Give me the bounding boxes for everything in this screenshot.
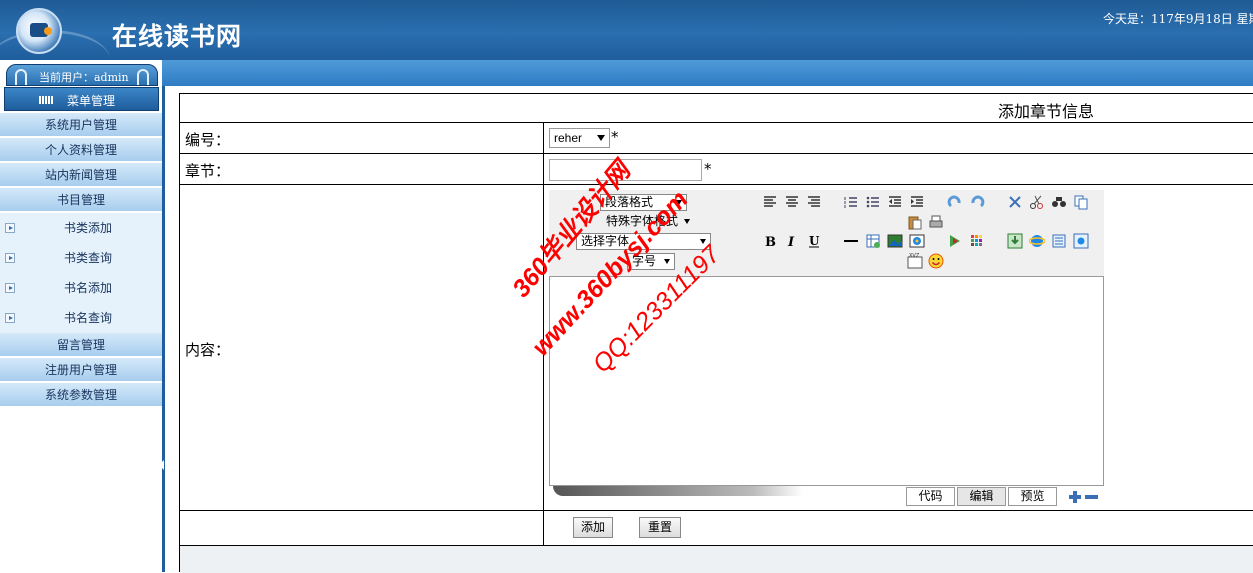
menu-header[interactable]: 菜单管理 <box>4 87 159 111</box>
actions-label-cell <box>180 511 544 545</box>
sidebar-subitem-category-query[interactable]: 书类查询 <box>0 243 162 273</box>
sidebar-item-books[interactable]: 书目管理 <box>0 188 162 212</box>
logo-dot-icon <box>44 27 52 35</box>
delete-icon[interactable] <box>1007 194 1023 210</box>
form-title-row: 添加章节信息 <box>180 94 1253 123</box>
id-label: 编号： <box>185 131 231 149</box>
document-icon[interactable] <box>1051 233 1067 249</box>
redo-icon[interactable] <box>969 194 985 210</box>
paste-icon[interactable] <box>907 214 923 230</box>
italic-icon[interactable]: I <box>784 233 800 249</box>
tab-preview[interactable]: 预览 <box>1008 487 1057 506</box>
ring-right-icon <box>137 69 149 85</box>
ring-left-icon <box>15 69 27 85</box>
sidebar-divider <box>159 86 165 572</box>
enlarge-plus-icon[interactable] <box>1069 491 1081 503</box>
required-mark: * <box>611 128 619 146</box>
align-left-icon[interactable] <box>762 194 778 210</box>
actions-row: 添加 重置 <box>180 511 1253 546</box>
sidebar-item-profile[interactable]: 个人资料管理 <box>0 138 162 162</box>
sidebar-item-messages[interactable]: 留言管理 <box>0 333 162 357</box>
bold-icon[interactable]: B <box>762 233 778 249</box>
svg-text:U: U <box>809 234 820 248</box>
reset-button[interactable]: 重置 <box>639 517 681 538</box>
menu-header-label: 菜单管理 <box>67 94 116 108</box>
form-title: 添加章节信息 <box>998 102 1095 121</box>
insert-table-icon[interactable] <box>865 233 881 249</box>
sidebar: 当前用户：admin 菜单管理 系统用户管理 个人资料管理 站内新闻管理 书目管… <box>0 60 162 572</box>
chapter-label-cell: 章节： <box>180 154 544 184</box>
undo-icon[interactable] <box>947 194 963 210</box>
current-user-tab: 当前用户：admin <box>6 64 158 86</box>
site-logo <box>16 8 62 54</box>
sidebar-subitem-title-query[interactable]: 书名查询 <box>0 303 162 333</box>
sidebar-item-news[interactable]: 站内新闻管理 <box>0 163 162 187</box>
svg-text:I: I <box>787 235 795 249</box>
underline-icon[interactable]: U <box>806 233 822 249</box>
download-icon[interactable] <box>1007 233 1023 249</box>
id-label-cell: 编号： <box>180 123 544 153</box>
subitem-label: 书名查询 <box>63 311 112 325</box>
grid-icon <box>39 96 53 104</box>
bulleted-list-icon[interactable] <box>865 194 881 210</box>
indent-icon[interactable] <box>909 194 925 210</box>
subitem-label: 书类添加 <box>63 221 112 235</box>
sidebar-subitem-category-add[interactable]: 书类添加 <box>0 213 162 243</box>
content-label: 内容： <box>185 341 231 359</box>
header-subbar <box>0 60 1253 86</box>
date-text: 今天是：117年9月18日 星期 <box>1103 12 1253 26</box>
internet-explorer-icon[interactable] <box>1029 233 1045 249</box>
numbered-list-icon[interactable] <box>843 194 859 210</box>
chapter-label: 章节： <box>185 162 231 180</box>
svg-text:XVZ: XVZ <box>909 253 920 259</box>
current-user-label: 当前用户：admin <box>39 71 129 84</box>
id-row: 编号： reher * <box>180 123 1253 154</box>
outdent-icon[interactable] <box>887 194 903 210</box>
sidebar-subitem-title-add[interactable]: 书名添加 <box>0 273 162 303</box>
insert-link-icon[interactable] <box>1073 233 1089 249</box>
emoticon-icon[interactable] <box>928 253 944 269</box>
horizontal-rule-icon[interactable] <box>843 233 859 249</box>
xml-icon[interactable]: XVZ <box>907 253 923 269</box>
site-title: 在线读书网 <box>112 22 243 51</box>
color-palette-icon[interactable] <box>969 233 985 249</box>
editor-shadow-decoration <box>553 486 803 496</box>
subitem-label: 书类查询 <box>63 251 112 265</box>
insert-media-icon[interactable] <box>909 233 925 249</box>
collapse-arrow-icon[interactable] <box>159 460 164 470</box>
required-mark: * <box>704 160 712 178</box>
chevron-down-icon <box>597 135 605 141</box>
chapter-form: 添加章节信息 编号： reher * 章节： * 内容： 段落格式 特殊字体格式… <box>179 93 1253 573</box>
content-row: 内容： 段落格式 特殊字体格式 选择字体 字号 B I U XVZ 代码 编辑 … <box>180 185 1253 511</box>
content-label-cell: 内容： <box>180 185 544 510</box>
shrink-minus-icon[interactable] <box>1085 495 1098 499</box>
copy-icon[interactable] <box>1073 194 1089 210</box>
print-icon[interactable] <box>928 214 944 230</box>
add-button[interactable]: 添加 <box>573 517 613 538</box>
insert-flash-icon[interactable] <box>947 233 963 249</box>
align-right-icon[interactable] <box>806 194 822 210</box>
form-footer <box>180 546 1253 573</box>
find-icon[interactable] <box>1051 194 1067 210</box>
cut-icon[interactable] <box>1029 194 1045 210</box>
sidebar-item-system-params[interactable]: 系统参数管理 <box>0 383 162 407</box>
sidebar-item-registered-users[interactable]: 注册用户管理 <box>0 358 162 382</box>
insert-image-icon[interactable] <box>887 233 903 249</box>
chapter-row: 章节： * <box>180 154 1253 185</box>
sidebar-item-system-users[interactable]: 系统用户管理 <box>0 113 162 137</box>
editor-text-area[interactable] <box>549 276 1104 486</box>
tab-code[interactable]: 代码 <box>906 487 955 506</box>
subitem-label: 书名添加 <box>63 281 112 295</box>
id-select[interactable]: reher <box>549 128 610 148</box>
chevron-down-icon <box>664 259 670 264</box>
svg-text:B: B <box>765 235 776 249</box>
app-header: 在线读书网 今天是：117年9月18日 星期 <box>0 0 1253 60</box>
chevron-down-icon <box>684 219 690 224</box>
tab-edit[interactable]: 编辑 <box>957 487 1006 506</box>
align-center-icon[interactable] <box>784 194 800 210</box>
id-select-value: reher <box>554 131 583 145</box>
